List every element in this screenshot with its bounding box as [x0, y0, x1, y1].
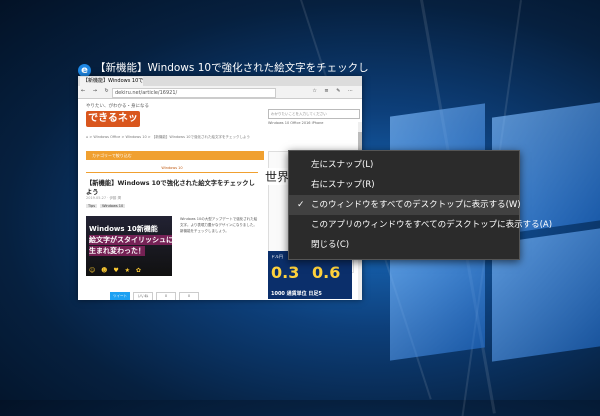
window-title-text: 【新機能】Windows 10で強化された絵文字をチェックしよう | できるネッ… — [95, 62, 368, 74]
context-menu: 左にスナップ(L) 右にスナップ(R) ✓ このウィンドウをすべてのデスクトップ… — [288, 150, 552, 260]
ad-value: 0.3 — [271, 263, 300, 282]
hero-image: Windows 10新機能 絵文字がスタイリッシュに 生まれ変わった！ ☺ ☻ … — [86, 216, 172, 276]
ad-value: 0.6 — [312, 263, 341, 282]
tag-pill: Tips — [86, 204, 98, 208]
article-meta: 2019.05.27 · 伊藤 潤 — [86, 196, 121, 200]
menu-item-show-app-all-desktops[interactable]: このアプリのウィンドウをすべてのデスクトップに表示する(A) — [289, 215, 552, 235]
hero-line: 生まれ変わった！ — [89, 246, 145, 256]
section-tag: Windows 10 — [86, 165, 258, 173]
ad-footer: 1000 通貨単位 日足5 — [271, 291, 322, 297]
menu-item-snap-left[interactable]: 左にスナップ(L) — [289, 155, 519, 175]
logo-tagline: やりたい、がわかる・身になる — [86, 104, 149, 109]
ad-label: ドル円 — [271, 254, 283, 259]
menu-item-close[interactable]: 閉じる(C) — [289, 235, 519, 255]
menu-item-label: 右にスナップ(R) — [311, 180, 375, 190]
browser-tab: 【新機能】Windows 10で強化 — [80, 77, 143, 86]
menu-item-label: このウィンドウをすべてのデスクトップに表示する(W) — [311, 200, 521, 210]
nav-tags: Windows 10 Office 2016 iPhone — [268, 121, 324, 125]
hero-line: Windows 10新機能 — [89, 225, 158, 233]
article-body: Windows 10の大型アップデートで強化された絵文字。より表現力豊かなデザイ… — [180, 217, 258, 233]
hero-line: 絵文字がスタイリッシュに — [89, 235, 172, 245]
article-title: 【新機能】Windows 10で強化された絵文字をチェックしよう — [86, 180, 255, 196]
menu-item-snap-right[interactable]: 右にスナップ(R) — [289, 175, 519, 195]
breadcrumb: ⌂ > Windows Office > Windows 10 > 【新機能】W… — [86, 135, 251, 139]
emoji-icons: ☺ ☻ ♥ ★ ✿ — [89, 267, 143, 274]
category-filter-bar: カテゴリーで絞り込む — [86, 151, 264, 160]
site-logo: できるネット — [86, 111, 140, 140]
window-title[interactable]: e 【新機能】Windows 10で強化された絵文字をチェックしよう | できるネ… — [78, 60, 368, 76]
tag-pill: Windows 10 — [100, 204, 126, 208]
url-field: dekiru.net/article/16921/ — [112, 88, 276, 98]
edge-browser-icon: e — [78, 64, 91, 76]
menu-item-show-window-all-desktops[interactable]: ✓ このウィンドウをすべてのデスクトップに表示する(W) — [289, 195, 521, 215]
browser-address-bar: ← → ↻ ⌂ dekiru.net/article/16921/ ☆ ≡ ✎ … — [78, 86, 362, 99]
menu-item-label: このアプリのウィンドウをすべてのデスクトップに表示する(A) — [311, 220, 553, 230]
menu-item-label: 閉じる(C) — [311, 240, 350, 250]
browser-tabbar: 【新機能】Windows 10で強化 — [78, 76, 362, 86]
menu-item-label: 左にスナップ(L) — [311, 160, 374, 170]
toolbar-icons: ☆ ≡ ✎ ⋯ — [312, 88, 356, 94]
share-buttons: ツイート いいね 0 0 — [110, 292, 202, 300]
site-search-input: わかりたいことを入力してください — [268, 109, 360, 119]
share-count: 0 — [156, 292, 176, 300]
share-count: 0 — [179, 292, 199, 300]
like-button: いいね — [133, 292, 153, 300]
checkmark-icon: ✓ — [297, 200, 305, 210]
article-tags: Tips Windows 10 — [86, 204, 128, 208]
twitter-share-button: ツイート — [110, 292, 130, 300]
